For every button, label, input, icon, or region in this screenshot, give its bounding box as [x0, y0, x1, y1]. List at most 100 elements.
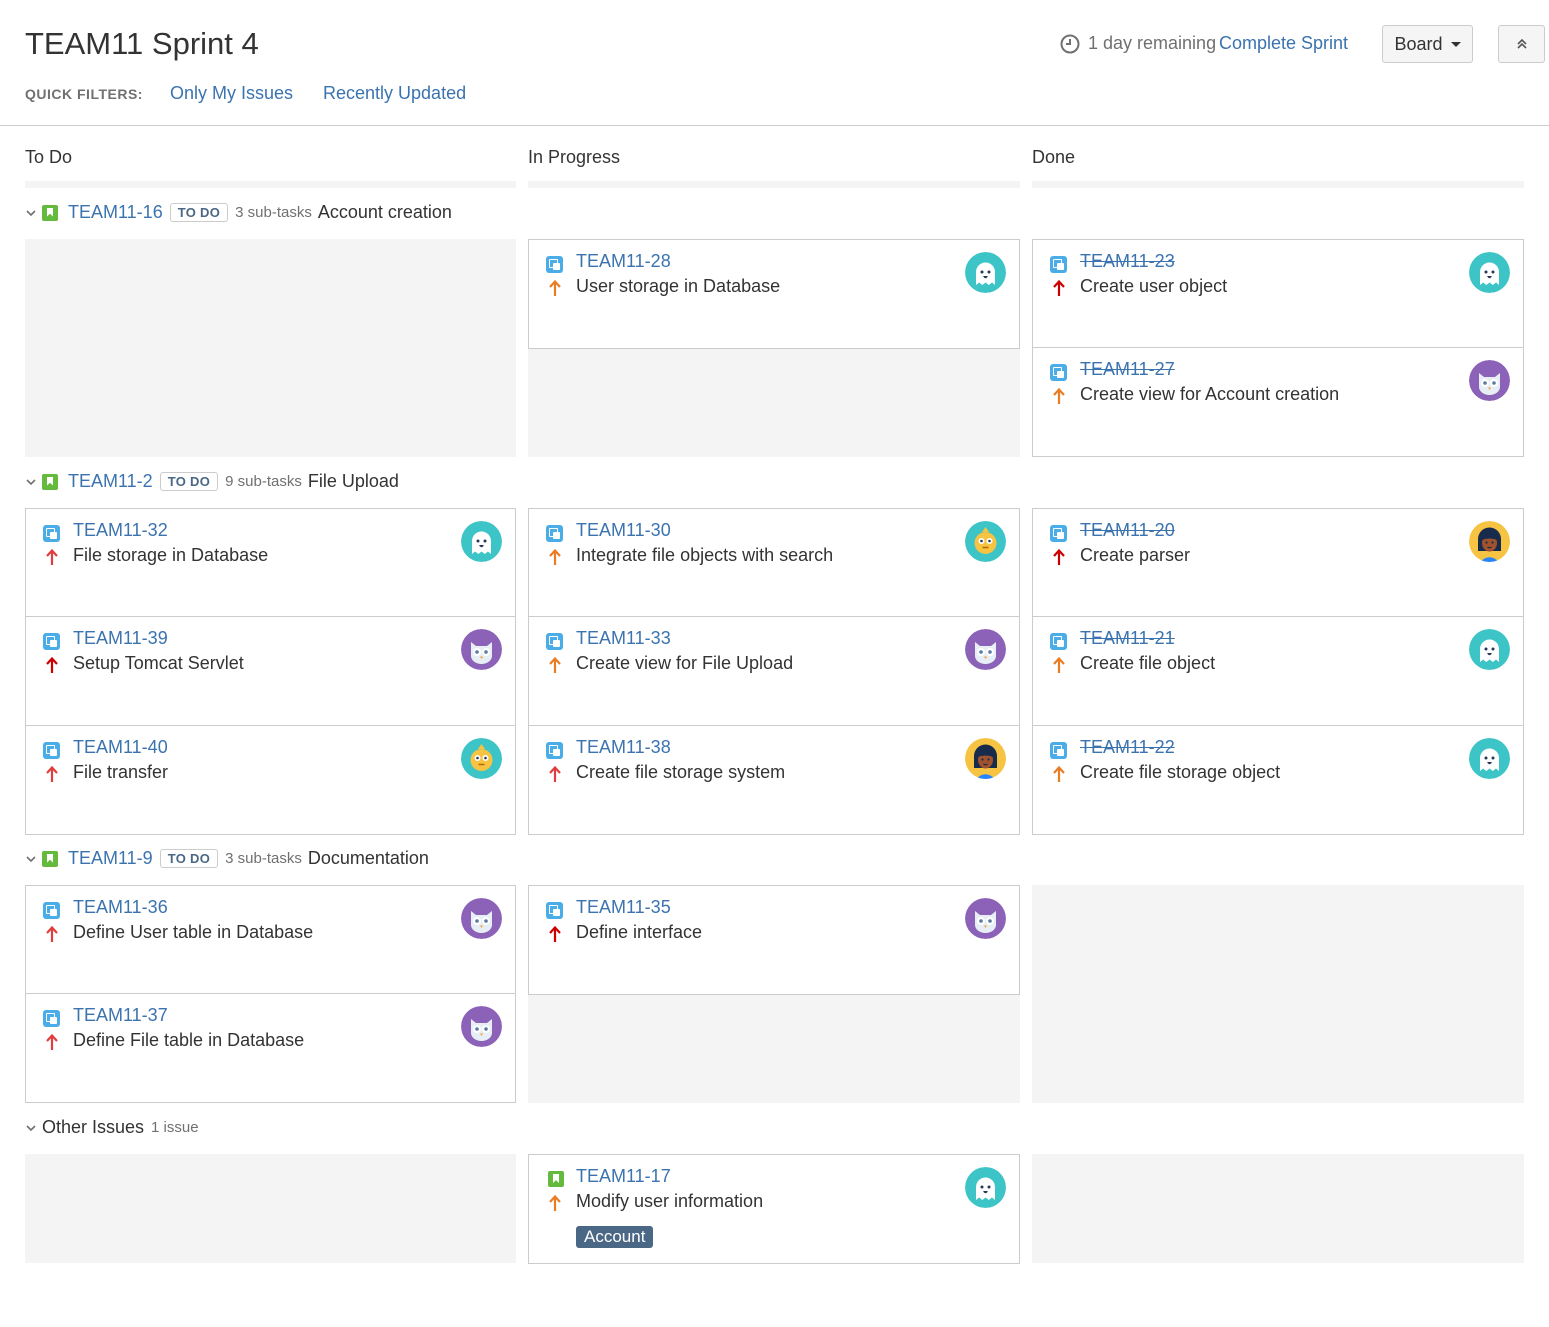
swimlane-key[interactable]: TEAM11-2	[68, 471, 153, 492]
assignee-avatar[interactable]	[1469, 252, 1510, 293]
subtask-icon	[546, 742, 563, 759]
assignee-avatar[interactable]	[461, 1006, 502, 1047]
issue-card[interactable]: TEAM11-36 Define User table in Database	[25, 885, 516, 994]
assignee-avatar[interactable]	[1469, 360, 1510, 401]
board-header: TEAM11 Sprint 4 1 day remaining Complete…	[0, 0, 1549, 126]
swimlane-header[interactable]: TEAM11-2 TO DO 9 sub-tasks File Upload	[25, 471, 399, 492]
issue-card[interactable]: TEAM11-22 Create file storage object	[1032, 725, 1524, 835]
issue-card[interactable]: TEAM11-20 Create parser	[1032, 508, 1524, 617]
issue-summary: Define File table in Database	[73, 1030, 305, 1050]
assignee-avatar[interactable]	[1469, 521, 1510, 562]
issue-card[interactable]: TEAM11-17 Modify user information Account	[528, 1154, 1020, 1264]
issue-key[interactable]: TEAM11-40	[73, 737, 168, 758]
subtask-icon	[1050, 364, 1067, 381]
assignee-avatar[interactable]	[461, 738, 502, 779]
assignee-avatar[interactable]	[1469, 629, 1510, 670]
assignee-avatar[interactable]	[1469, 738, 1510, 779]
swimlane-header[interactable]: TEAM11-16 TO DO 3 sub-tasks Account crea…	[25, 202, 452, 223]
issue-key[interactable]: TEAM11-37	[73, 1005, 168, 1026]
issue-card[interactable]: TEAM11-28 User storage in Database	[528, 239, 1020, 349]
issue-key[interactable]: TEAM11-32	[73, 520, 168, 541]
complete-sprint-link[interactable]: Complete Sprint	[1219, 33, 1348, 54]
assignee-avatar[interactable]	[965, 898, 1006, 939]
issue-count: 1 issue	[151, 1119, 199, 1136]
priority-highest-icon	[1052, 279, 1066, 297]
issue-card[interactable]: TEAM11-39 Setup Tomcat Servlet	[25, 616, 516, 726]
subtask-icon	[43, 902, 60, 919]
issue-card[interactable]: TEAM11-27 Create view for Account creatio…	[1032, 347, 1524, 457]
issue-card[interactable]: TEAM11-30 Integrate file objects with sea…	[528, 508, 1020, 617]
issue-key[interactable]: TEAM11-33	[576, 628, 671, 649]
quick-filter-only-my-issues[interactable]: Only My Issues	[170, 83, 293, 104]
subtask-icon	[546, 633, 563, 650]
issue-summary: Create view for File Upload	[576, 653, 794, 673]
chevron-down-icon[interactable]	[25, 207, 37, 219]
remaining-text: 1 day remaining	[1088, 33, 1217, 53]
subtask-icon	[1050, 525, 1067, 542]
issue-key[interactable]: TEAM11-28	[576, 251, 671, 272]
swimlane-summary: Documentation	[307, 848, 429, 868]
assignee-avatar[interactable]	[965, 252, 1006, 293]
priority-medium-icon	[548, 656, 562, 674]
issue-card[interactable]: TEAM11-40 File transfer	[25, 725, 516, 835]
assignee-avatar[interactable]	[461, 898, 502, 939]
assignee-avatar[interactable]	[965, 738, 1006, 779]
issue-card[interactable]: TEAM11-32 File storage in Database	[25, 508, 516, 617]
issue-summary: Create parser	[1080, 545, 1191, 565]
issue-key[interactable]: TEAM11-22	[1080, 737, 1175, 758]
issue-key[interactable]: TEAM11-35	[576, 897, 671, 918]
collapse-header-button[interactable]	[1498, 25, 1545, 63]
swimlane-key[interactable]: TEAM11-16	[68, 202, 163, 223]
swimlane-summary: File Upload	[307, 471, 399, 491]
swimlane-summary: Account creation	[317, 202, 452, 222]
issue-key[interactable]: TEAM11-36	[73, 897, 168, 918]
column-cell	[1032, 885, 1524, 1103]
priority-medium-icon	[1052, 765, 1066, 783]
issue-card[interactable]: TEAM11-35 Define interface	[528, 885, 1020, 995]
issue-key[interactable]: TEAM11-20	[1080, 520, 1175, 541]
quick-filter-recently-updated[interactable]: Recently Updated	[323, 83, 466, 104]
issue-summary: Create user object	[1080, 276, 1228, 296]
issue-key[interactable]: TEAM11-30	[576, 520, 671, 541]
column-divider	[528, 181, 1020, 188]
assignee-avatar[interactable]	[461, 521, 502, 562]
chevron-down-icon[interactable]	[25, 1122, 37, 1134]
issue-card[interactable]: TEAM11-23 Create user object	[1032, 239, 1524, 348]
issue-summary: Define User table in Database	[73, 922, 314, 942]
priority-highest-icon	[548, 925, 562, 943]
issue-key[interactable]: TEAM11-27	[1080, 359, 1175, 380]
chevron-down-icon[interactable]	[25, 853, 37, 865]
issue-summary: User storage in Database	[576, 276, 781, 296]
issue-summary: Create file storage system	[576, 762, 786, 782]
issue-card[interactable]: TEAM11-21 Create file object	[1032, 616, 1524, 726]
assignee-avatar[interactable]	[461, 629, 502, 670]
swimlane-header[interactable]: TEAM11-9 TO DO 3 sub-tasks Documentation	[25, 848, 429, 869]
page-title: TEAM11 Sprint 4	[25, 26, 259, 61]
issue-key[interactable]: TEAM11-23	[1080, 251, 1175, 272]
issue-key[interactable]: TEAM11-39	[73, 628, 168, 649]
column-cell	[25, 239, 516, 457]
issue-summary: Setup Tomcat Servlet	[73, 653, 244, 673]
issue-key[interactable]: TEAM11-38	[576, 737, 671, 758]
assignee-avatar[interactable]	[965, 1167, 1006, 1208]
issue-label[interactable]: Account	[576, 1226, 654, 1248]
issue-key[interactable]: TEAM11-17	[576, 1166, 671, 1187]
assignee-avatar[interactable]	[965, 521, 1006, 562]
board-dropdown-button[interactable]: Board	[1382, 25, 1473, 63]
subtask-icon	[546, 902, 563, 919]
issue-card[interactable]: TEAM11-37 Define File table in Database	[25, 993, 516, 1103]
subtask-icon	[546, 256, 563, 273]
priority-medium-icon	[548, 279, 562, 297]
swimlane-other-issues[interactable]: Other Issues 1 issue	[25, 1117, 199, 1138]
priority-medium-icon	[1052, 387, 1066, 405]
status-badge: TO DO	[159, 472, 219, 491]
subtask-icon	[43, 525, 60, 542]
chevron-down-icon[interactable]	[25, 476, 37, 488]
sprint-remaining: 1 day remaining	[1060, 33, 1216, 54]
caret-down-icon	[1450, 41, 1461, 47]
assignee-avatar[interactable]	[965, 629, 1006, 670]
issue-key[interactable]: TEAM11-21	[1080, 628, 1175, 649]
swimlane-key[interactable]: TEAM11-9	[68, 848, 153, 869]
issue-card[interactable]: TEAM11-33 Create view for File Upload	[528, 616, 1020, 726]
issue-card[interactable]: TEAM11-38 Create file storage system	[528, 725, 1020, 835]
